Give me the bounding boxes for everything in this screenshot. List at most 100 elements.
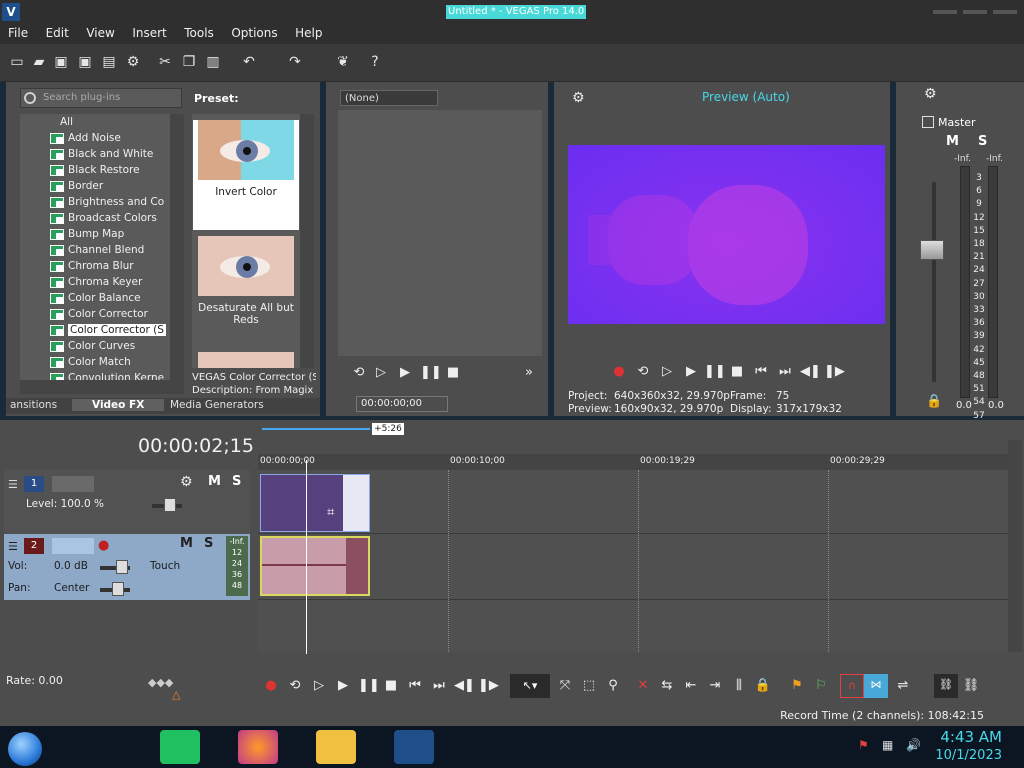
maximize-button[interactable] — [963, 10, 987, 14]
paste-icon[interactable]: ▥ — [204, 53, 222, 71]
tree-vertical-scrollbar[interactable] — [170, 114, 184, 380]
loop-playback-icon[interactable]: ⟲ — [286, 678, 304, 693]
rate-slider[interactable]: ◆◆◆ — [148, 676, 173, 689]
help-icon[interactable]: ? — [366, 53, 384, 71]
tree-root-all[interactable]: All — [20, 114, 170, 130]
go-to-start-icon[interactable]: ⏮ — [752, 364, 770, 379]
arm-record-icon[interactable]: ● — [98, 538, 109, 553]
play-from-start-icon[interactable]: ▷ — [658, 364, 676, 379]
menu-view[interactable]: View — [86, 24, 114, 40]
track-collapse-icon[interactable]: ☰ — [8, 478, 18, 491]
previous-frame-icon[interactable]: ◀❚ — [800, 364, 821, 379]
file-explorer-app-icon[interactable] — [316, 730, 356, 764]
audio-mute-button[interactable]: M — [180, 536, 193, 551]
ignore-grouping-icon[interactable]: ⛓ — [962, 678, 980, 693]
play-icon[interactable]: ▶ — [334, 678, 352, 693]
previous-frame-icon[interactable]: ◀❚ — [454, 678, 475, 693]
next-frame-icon[interactable]: ❚▶ — [824, 364, 845, 379]
clock-date[interactable]: 10/1/2023 — [935, 748, 1002, 763]
menu-tools[interactable]: Tools — [184, 24, 214, 40]
auto-crossfade-icon[interactable]: ⋈ — [864, 674, 888, 698]
video-mute-button[interactable]: M — [208, 474, 221, 489]
vol-slider[interactable] — [116, 560, 128, 574]
firefox-app-icon[interactable] — [238, 730, 278, 764]
stop-icon[interactable]: ■ — [728, 364, 746, 379]
audio-event[interactable] — [260, 536, 370, 596]
new-project-icon[interactable]: ▭ — [8, 53, 26, 71]
search-input[interactable]: Search plug-ins — [20, 88, 182, 108]
tree-item[interactable]: Bump Map — [20, 226, 170, 242]
selection-tool-icon[interactable]: ⬚ — [580, 678, 598, 693]
track-fx-gear-icon[interactable]: ⚙ — [180, 474, 193, 490]
go-to-start-icon[interactable]: ⏮ — [406, 678, 424, 693]
tree-item[interactable]: Black and White — [20, 146, 170, 162]
master-mute-button[interactable]: M — [946, 134, 959, 149]
timeline-vertical-scrollbar[interactable] — [1008, 440, 1022, 652]
normal-edit-tool-icon[interactable]: ↖▾ — [510, 674, 550, 698]
enable-snapping-icon[interactable]: ❦ — [334, 53, 352, 71]
tab-video-fx[interactable]: Video FX — [72, 399, 165, 411]
lock-icon[interactable]: 🔒 — [926, 394, 942, 409]
preset-item[interactable]: Invert Color — [193, 120, 299, 230]
render-icon[interactable]: ▤ — [100, 53, 118, 71]
automation-mode-dropdown[interactable]: Touch — [150, 560, 180, 572]
master-fader[interactable] — [920, 240, 944, 260]
next-frame-icon[interactable]: ❚▶ — [478, 678, 499, 693]
play-icon[interactable]: ▶ — [682, 364, 700, 379]
pause-icon[interactable]: ❚❚ — [420, 365, 442, 380]
split-icon[interactable]: ⫼ — [730, 678, 748, 693]
insert-marker-icon[interactable]: ⚑ — [788, 678, 806, 693]
undo-icon[interactable]: ↶ — [240, 53, 258, 71]
tree-item[interactable]: Chroma Blur — [20, 258, 170, 274]
track-name-field[interactable] — [52, 476, 94, 492]
track-collapse-icon[interactable]: ☰ — [8, 540, 18, 553]
trim-end-icon[interactable]: ⇥ — [706, 678, 724, 693]
tree-item[interactable]: Channel Blend — [20, 242, 170, 258]
loop-icon[interactable]: ⟲ — [350, 365, 368, 380]
menu-insert[interactable]: Insert — [132, 24, 166, 40]
level-slider[interactable] — [164, 498, 176, 512]
lock-icon[interactable]: 🔒 — [754, 678, 772, 693]
stop-icon[interactable]: ■ — [382, 678, 400, 693]
go-to-end-icon[interactable]: ⏭ — [776, 364, 794, 379]
snapping-magnet-icon[interactable]: ∩ — [840, 674, 864, 698]
envelope-tool-icon[interactable]: ⤧ — [556, 678, 574, 693]
tree-item[interactable]: Broadcast Colors — [20, 210, 170, 226]
event-pan-crop-icon[interactable]: ⌗ — [327, 505, 334, 520]
preset-item[interactable] — [193, 352, 299, 368]
close-button[interactable] — [993, 10, 1017, 14]
lock-envelopes-icon[interactable]: ⛓ — [934, 674, 958, 698]
trim-icon[interactable]: ⇆ — [658, 678, 676, 693]
menu-file[interactable]: File — [8, 24, 28, 40]
trimmer-media-select[interactable]: (None) — [340, 90, 438, 106]
preset-item[interactable]: Desaturate All but Reds — [193, 236, 299, 346]
clock-time[interactable]: 4:43 AM — [940, 728, 1002, 746]
audio-track-header[interactable]: ☰ 2 ● M S Vol: 0.0 dB Touch Pan: Center … — [4, 534, 250, 600]
video-solo-button[interactable]: S — [232, 474, 241, 489]
minimize-button[interactable] — [933, 10, 957, 14]
save-icon[interactable]: ▣ — [52, 53, 70, 71]
trim-start-icon[interactable]: ⇤ — [682, 678, 700, 693]
track-area[interactable] — [258, 470, 1008, 652]
window-controls[interactable] — [930, 4, 1020, 18]
tab-media-generators[interactable]: Media Generators — [170, 399, 264, 411]
tree-item-selected[interactable]: Color Corrector (S — [20, 322, 170, 338]
feedly-app-icon[interactable] — [160, 730, 200, 764]
tree-item[interactable]: Color Match — [20, 354, 170, 370]
menu-options[interactable]: Options — [231, 24, 277, 40]
track-name-field[interactable] — [52, 538, 94, 554]
tree-item[interactable]: Convolution Kerne — [20, 370, 170, 380]
tree-horizontal-scrollbar[interactable] — [20, 380, 184, 394]
open-folder-icon[interactable]: ▰ — [30, 53, 48, 71]
video-track-header[interactable]: ☰ 1 ⚙ M S Level: 100.0 % — [4, 470, 250, 534]
insert-region-icon[interactable]: ⚐ — [812, 678, 830, 693]
copy-icon[interactable]: ❐ — [180, 53, 198, 71]
action-center-icon[interactable]: ⚑ — [858, 738, 869, 752]
master-solo-button[interactable]: S — [978, 134, 987, 149]
play-from-start-icon[interactable]: ▷ — [372, 365, 390, 380]
network-icon[interactable]: ▦ — [882, 738, 893, 752]
master-fx-icon[interactable] — [922, 116, 934, 128]
start-button[interactable] — [8, 732, 42, 766]
preview-gear-icon[interactable]: ⚙ — [572, 90, 585, 106]
menu-help[interactable]: Help — [295, 24, 322, 40]
